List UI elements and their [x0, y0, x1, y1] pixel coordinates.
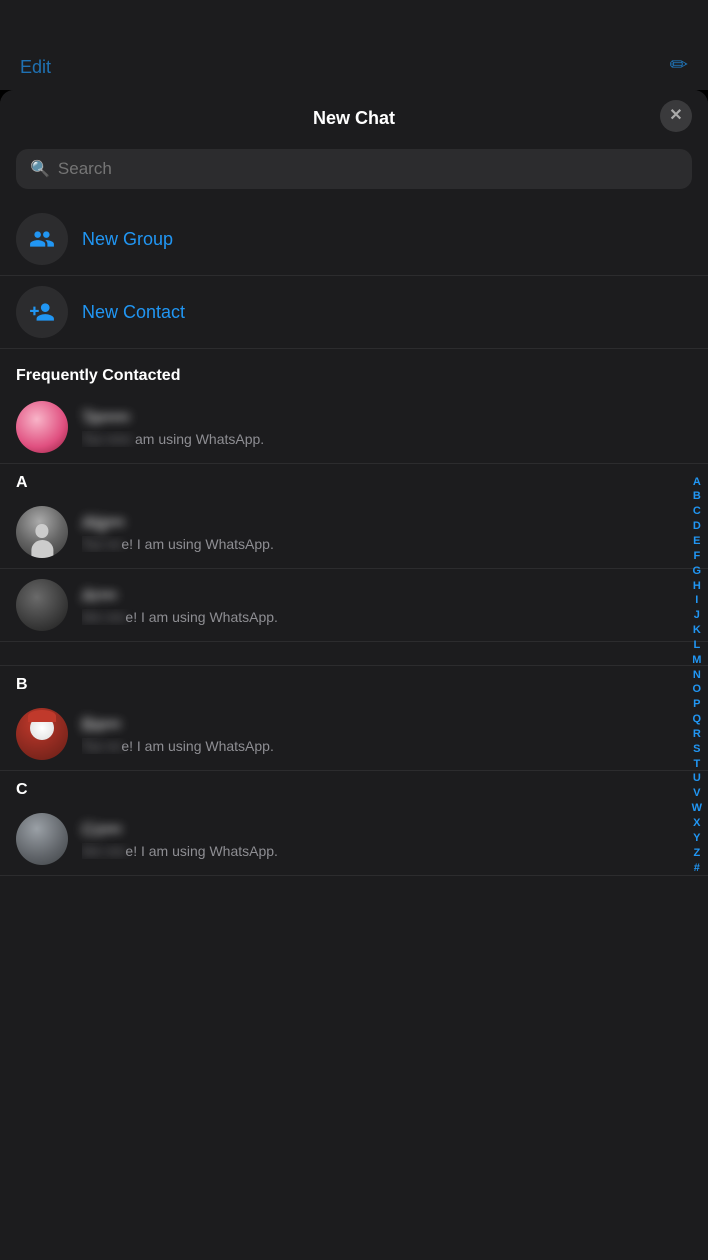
contact-info: Co••• H•• ••••e! I am using WhatsApp.: [82, 820, 692, 859]
alpha-letter-Q[interactable]: Q: [689, 712, 706, 727]
section-spacer: [0, 642, 708, 666]
alpha-letter-M[interactable]: M: [688, 653, 705, 668]
alpha-letter-H[interactable]: H: [689, 579, 705, 594]
alpha-letter-#[interactable]: #: [690, 861, 704, 876]
alpha-letter-A[interactable]: A: [689, 475, 705, 490]
modal-title: New Chat: [313, 108, 395, 129]
add-person-icon: [29, 299, 55, 325]
alpha-letter-N[interactable]: N: [689, 668, 705, 683]
alpha-letter-C[interactable]: C: [689, 504, 705, 519]
alpha-letter-O[interactable]: O: [689, 682, 706, 697]
contact-c1[interactable]: Co••• H•• ••••e! I am using WhatsApp.: [0, 803, 708, 876]
avatar: [16, 813, 68, 865]
search-container: 🔍: [0, 141, 708, 203]
section-b-header: B: [0, 666, 708, 698]
alpha-letter-V[interactable]: V: [689, 786, 704, 801]
contact-name: Ta•••••: [82, 408, 692, 428]
contact-status: Tu• ••••• am using WhatsApp.: [82, 431, 692, 447]
alpha-letter-U[interactable]: U: [689, 771, 705, 786]
contact-status: H•• ••••e! I am using WhatsApp.: [82, 843, 692, 859]
alpha-letter-E[interactable]: E: [689, 534, 704, 549]
alpha-letter-Y[interactable]: Y: [689, 831, 704, 846]
section-c-header: C: [0, 771, 708, 803]
alpha-letter-K[interactable]: K: [689, 623, 705, 638]
alpha-letter-T[interactable]: T: [689, 757, 704, 772]
alpha-letter-J[interactable]: J: [690, 608, 704, 623]
alpha-letter-P[interactable]: P: [689, 697, 704, 712]
alpha-letter-B[interactable]: B: [689, 489, 705, 504]
search-input[interactable]: [58, 159, 678, 179]
contact-b1[interactable]: Ba••• Tu• •••e! I am using WhatsApp.: [0, 698, 708, 771]
new-group-label: New Group: [82, 229, 173, 250]
contact-status: H•• ••••e! I am using WhatsApp.: [82, 609, 692, 625]
edit-button[interactable]: Edit: [20, 57, 51, 78]
content-area: New Group New Contact Frequently Contact…: [0, 203, 708, 1260]
alpha-letter-D[interactable]: D: [689, 519, 705, 534]
contact-name: Alg•••: [82, 513, 692, 533]
alpha-letter-R[interactable]: R: [689, 727, 705, 742]
search-icon: 🔍: [30, 159, 50, 179]
close-icon: ✕: [669, 108, 682, 124]
alphabet-index: ABCDEFGHIJKLMNOPQRSTUVWXYZ#: [688, 90, 706, 1260]
contact-info: Ar••• H•• ••••e! I am using WhatsApp.: [82, 586, 692, 625]
contact-a1[interactable]: Alg••• Tu• •••e! I am using WhatsApp.: [0, 496, 708, 569]
search-bar[interactable]: 🔍: [16, 149, 692, 189]
person-silhouette-icon: [26, 524, 57, 558]
contact-name: Ba•••: [82, 715, 692, 735]
contact-info: Ta••••• Tu• ••••• am using WhatsApp.: [82, 408, 692, 447]
new-group-icon-circle: [16, 213, 68, 265]
top-bar: Edit ✏: [0, 0, 708, 90]
new-chat-modal: New Chat ✕ 🔍 New Group: [0, 90, 708, 1260]
compose-icon[interactable]: ✏: [670, 52, 688, 78]
alpha-letter-X[interactable]: X: [689, 816, 704, 831]
frequently-contacted-header: Frequently Contacted: [0, 349, 708, 391]
group-icon: [29, 226, 55, 252]
modal-header: New Chat ✕: [0, 90, 708, 141]
avatar: [16, 401, 68, 453]
contact-status: Tu• •••e! I am using WhatsApp.: [82, 738, 692, 754]
contact-name: Ar•••: [82, 586, 692, 606]
section-a-header: A: [0, 464, 708, 496]
new-contact-item[interactable]: New Contact: [0, 276, 708, 349]
alpha-letter-L[interactable]: L: [689, 638, 704, 653]
new-group-item[interactable]: New Group: [0, 203, 708, 276]
frequent-contact-1[interactable]: Ta••••• Tu• ••••• am using WhatsApp.: [0, 391, 708, 464]
alpha-letter-I[interactable]: I: [691, 593, 702, 608]
alpha-letter-W[interactable]: W: [688, 801, 706, 816]
contact-name: Co•••: [82, 820, 692, 840]
alpha-letter-G[interactable]: G: [689, 564, 706, 579]
new-contact-icon-circle: [16, 286, 68, 338]
avatar: [16, 708, 68, 760]
contact-status: Tu• •••e! I am using WhatsApp.: [82, 536, 692, 552]
avatar: [16, 506, 68, 558]
alpha-letter-S[interactable]: S: [689, 742, 704, 757]
contact-a2[interactable]: Ar••• H•• ••••e! I am using WhatsApp.: [0, 569, 708, 642]
avatar: [16, 579, 68, 631]
contact-info: Alg••• Tu• •••e! I am using WhatsApp.: [82, 513, 692, 552]
contact-info: Ba••• Tu• •••e! I am using WhatsApp.: [82, 715, 692, 754]
alpha-letter-Z[interactable]: Z: [689, 846, 704, 861]
new-contact-label: New Contact: [82, 302, 185, 323]
alpha-letter-F[interactable]: F: [689, 549, 704, 564]
